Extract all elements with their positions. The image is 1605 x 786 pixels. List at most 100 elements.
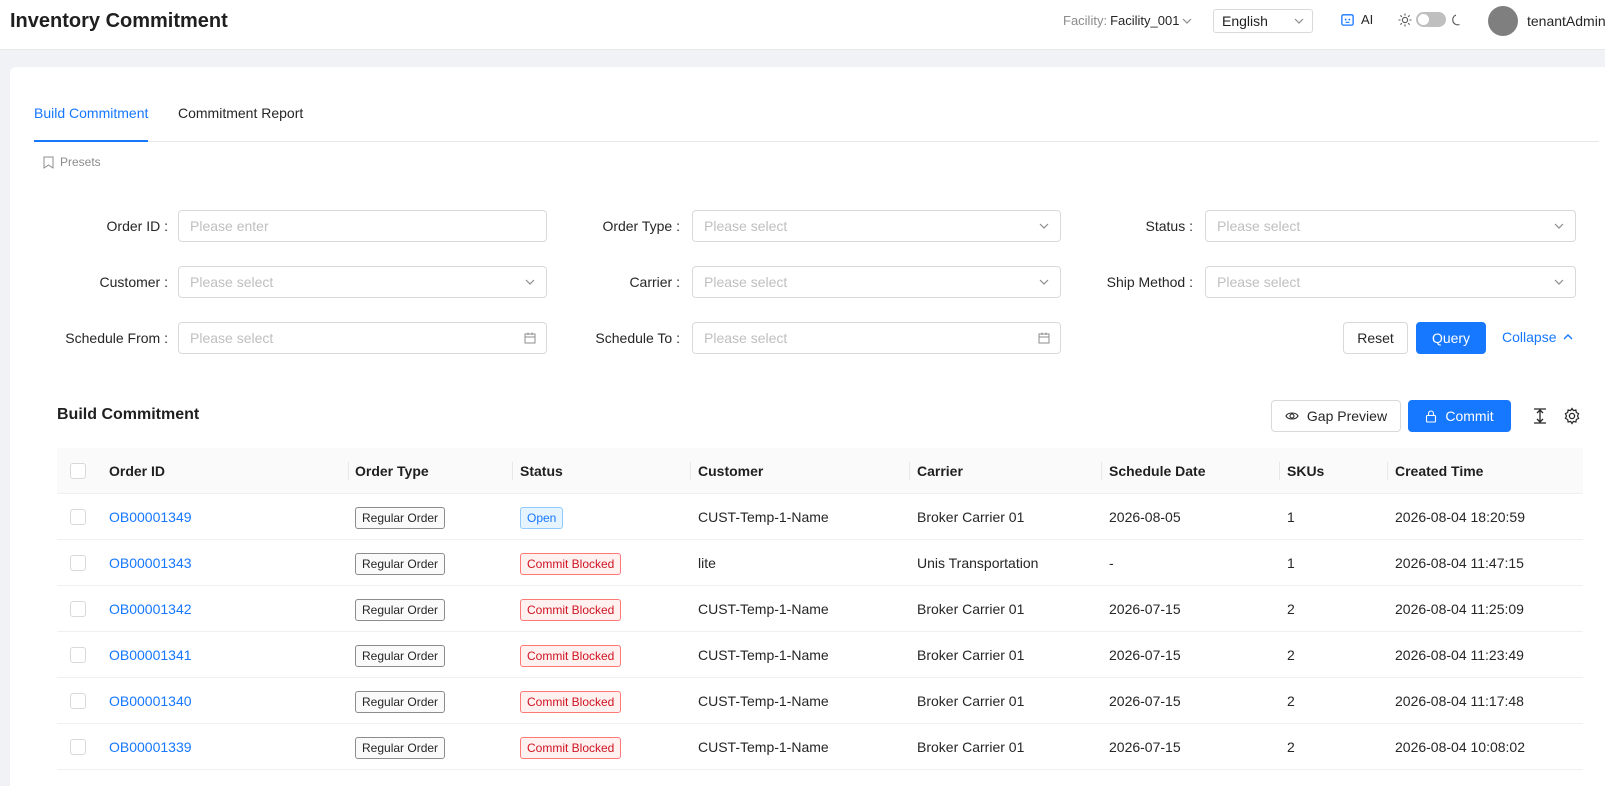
order-id-link[interactable]: OB00001341 — [109, 632, 192, 678]
column-header[interactable]: Order ID — [109, 448, 165, 494]
created-time-cell: 2026-08-04 11:23:49 — [1395, 647, 1524, 663]
bookmark-icon — [43, 156, 54, 169]
main-card: Build Commitment Commitment Report Prese… — [10, 67, 1605, 786]
orders-table: Order ID Order Type Status Customer Carr… — [57, 448, 1583, 770]
chevron-down-icon — [1039, 279, 1049, 285]
commit-label: Commit — [1445, 408, 1494, 424]
order-id-input[interactable]: Please enter — [178, 210, 547, 242]
row-checkbox[interactable] — [70, 555, 86, 571]
status-badge: Commit Blocked — [520, 553, 622, 576]
order-id-link[interactable]: OB00001342 — [109, 586, 192, 632]
schedule-from-label: Schedule From : — [65, 330, 168, 346]
schedule-from-picker[interactable]: Please select — [178, 322, 547, 354]
column-header[interactable]: Carrier — [917, 448, 963, 494]
ai-label: AI — [1361, 12, 1374, 27]
theme-toggle[interactable] — [1416, 12, 1446, 27]
customer-cell: CUST-Temp-1-Name — [698, 739, 829, 755]
chevron-down-icon — [1554, 279, 1564, 285]
carrier-cell: Broker Carrier 01 — [917, 601, 1025, 617]
presets-label: Presets — [60, 155, 101, 169]
column-header[interactable]: Created Time — [1395, 448, 1483, 494]
status-badge: Open — [520, 507, 564, 530]
gear-icon[interactable] — [1563, 407, 1581, 425]
gap-preview-button[interactable]: Gap Preview — [1271, 400, 1401, 432]
column-header[interactable]: Order Type — [355, 448, 429, 494]
tab-build-commitment[interactable]: Build Commitment — [34, 104, 149, 142]
order-type-tag: Regular Order — [355, 737, 446, 760]
carrier-cell: Broker Carrier 01 — [917, 509, 1025, 525]
customer-select[interactable]: Please select — [178, 266, 547, 298]
facility-selector[interactable]: Facility: Facility_001 — [1063, 13, 1192, 28]
schedule-date-cell: 2026-08-05 — [1109, 509, 1181, 525]
skus-cell: 2 — [1287, 647, 1295, 663]
customer-label: Customer : — [99, 274, 168, 290]
avatar[interactable] — [1488, 6, 1518, 36]
order-id-link[interactable]: OB00001339 — [109, 724, 192, 770]
lock-icon — [1426, 409, 1437, 423]
status-badge: Commit Blocked — [520, 599, 622, 622]
row-checkbox[interactable] — [70, 693, 86, 709]
chevron-down-icon — [1554, 223, 1564, 229]
created-time-cell: 2026-08-04 11:25:09 — [1395, 601, 1524, 617]
username[interactable]: tenantAdmin — [1527, 13, 1605, 29]
order-type-tag: Regular Order — [355, 691, 446, 714]
column-header[interactable]: SKUs — [1287, 448, 1324, 494]
order-type-tag: Regular Order — [355, 645, 446, 668]
column-header[interactable]: Schedule Date — [1109, 448, 1205, 494]
column-header[interactable]: Status — [520, 448, 563, 494]
table-row[interactable]: OB00001339 Regular Order Commit Blocked … — [57, 724, 1583, 770]
row-checkbox[interactable] — [70, 509, 86, 525]
table-row[interactable]: OB00001349 Regular Order Open CUST-Temp-… — [57, 494, 1583, 540]
tab-commitment-report[interactable]: Commitment Report — [178, 104, 303, 142]
language-value: English — [1222, 13, 1268, 29]
collapse-link[interactable]: Collapse — [1502, 329, 1574, 345]
row-checkbox[interactable] — [70, 647, 86, 663]
order-id-link[interactable]: OB00001340 — [109, 678, 192, 724]
skus-cell: 1 — [1287, 555, 1295, 571]
order-id-label: Order ID : — [106, 218, 168, 234]
chevron-down-icon — [525, 279, 535, 285]
carrier-select[interactable]: Please select — [692, 266, 1061, 298]
schedule-date-cell: 2026-07-15 — [1109, 739, 1181, 755]
row-checkbox[interactable] — [70, 739, 86, 755]
status-label: Status : — [1145, 218, 1193, 234]
schedule-date-cell: 2026-07-15 — [1109, 693, 1181, 709]
table-row[interactable]: OB00001341 Regular Order Commit Blocked … — [57, 632, 1583, 678]
table-row[interactable]: OB00001343 Regular Order Commit Blocked … — [57, 540, 1583, 586]
ai-button[interactable]: AI — [1340, 12, 1373, 27]
row-checkbox[interactable] — [70, 601, 86, 617]
language-select[interactable]: English — [1213, 9, 1313, 33]
skus-cell: 1 — [1287, 509, 1295, 525]
query-button[interactable]: Query — [1416, 322, 1486, 354]
status-badge: Commit Blocked — [520, 645, 622, 668]
ship-method-select[interactable]: Please select — [1205, 266, 1576, 298]
chevron-up-icon — [1563, 334, 1573, 340]
table-row[interactable]: OB00001340 Regular Order Commit Blocked … — [57, 678, 1583, 724]
presets-button[interactable]: Presets — [43, 155, 101, 169]
facility-label: Facility: — [1063, 13, 1108, 28]
collapse-label: Collapse — [1502, 329, 1557, 345]
column-height-icon[interactable] — [1531, 407, 1549, 425]
order-id-link[interactable]: OB00001343 — [109, 540, 192, 586]
created-time-cell: 2026-08-04 18:20:59 — [1395, 509, 1525, 525]
order-id-link[interactable]: OB00001349 — [109, 494, 192, 540]
table-row[interactable]: OB00001342 Regular Order Commit Blocked … — [57, 586, 1583, 632]
commit-button[interactable]: Commit — [1408, 400, 1511, 432]
schedule-to-picker[interactable]: Please select — [692, 322, 1061, 354]
carrier-cell: Broker Carrier 01 — [917, 693, 1025, 709]
skus-cell: 2 — [1287, 739, 1295, 755]
theme-switch[interactable] — [1398, 12, 1464, 27]
schedule-date-cell: 2026-07-15 — [1109, 601, 1181, 617]
customer-cell: CUST-Temp-1-Name — [698, 647, 829, 663]
reset-button[interactable]: Reset — [1343, 322, 1408, 354]
created-time-cell: 2026-08-04 11:17:48 — [1395, 693, 1524, 709]
select-all-checkbox[interactable] — [70, 463, 86, 479]
order-type-tag: Regular Order — [355, 553, 446, 576]
customer-cell: CUST-Temp-1-Name — [698, 601, 829, 617]
carrier-cell: Unis Transportation — [917, 555, 1039, 571]
eye-icon — [1285, 412, 1299, 420]
status-select[interactable]: Please select — [1205, 210, 1576, 242]
carrier-cell: Broker Carrier 01 — [917, 647, 1025, 663]
order-type-select[interactable]: Please select — [692, 210, 1061, 242]
column-header[interactable]: Customer — [698, 448, 763, 494]
